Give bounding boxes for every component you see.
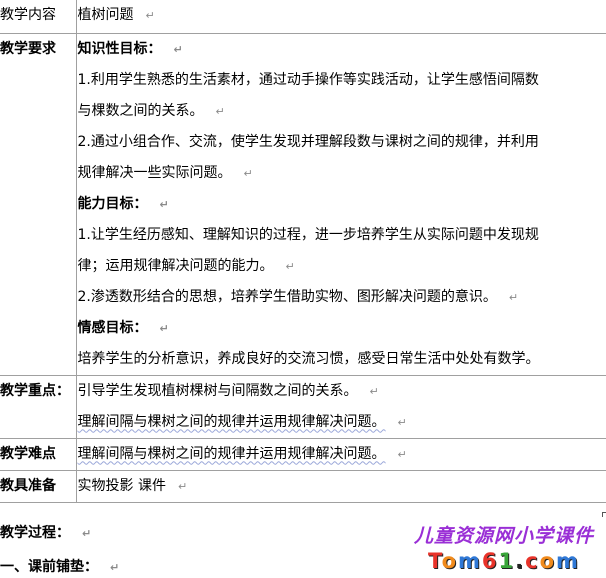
knowledge-item-1-line-2: 与棵数之间的关系。 ↵ bbox=[77, 102, 225, 119]
table-row-requirements: 教学要求 知识性目标： ↵ 1.利用学生熟悉的生活素材，通过动手操作等实践活动，让… bbox=[0, 32, 606, 376]
table-end-mark bbox=[602, 512, 606, 517]
table-row-difficulty: 教学难点 理解间隔与棵树之间的规律并运用规律解决问题。 ↵ bbox=[0, 437, 606, 471]
ability-item-2-line-1: 2.渗透数形结合的思想，培养学生借助实物、图形解决问题的意识。 ↵ bbox=[77, 288, 519, 305]
watermark-domain: Tom61.com bbox=[406, 548, 602, 574]
table-row-key-points: 教学重点： 引导学生发现植树棵树与间隔数之间的关系。 ↵ 理解间隔与棵树之间的规律… bbox=[0, 374, 606, 439]
watermark-letter: m bbox=[556, 549, 580, 573]
watermark-letter: . bbox=[515, 549, 526, 573]
requirements-label-cell: 教学要求 bbox=[0, 32, 77, 376]
knowledge-item-2-line-2: 规律解决一些实际问题。 ↵ bbox=[77, 164, 253, 181]
prep-content-cell: 实物投影 课件 ↵ bbox=[75, 469, 606, 503]
table-row-content: 教学内容 植树问题 ↵ bbox=[0, 0, 606, 34]
emotion-item-line-1: 培养学生的分析意识，养成良好的交流习惯，感受日常生活中处处有数学。 bbox=[77, 350, 540, 367]
knowledge-item-1-line-1: 1.利用学生熟悉的生活素材，通过动手操作等实践活动，让学生感悟间隔数 bbox=[77, 71, 539, 88]
paragraph-mark-icon: ↵ bbox=[159, 197, 169, 211]
paragraph-mark-icon: ↵ bbox=[173, 42, 183, 56]
paragraph-mark-icon: ↵ bbox=[82, 527, 92, 540]
knowledge-item-2-line-1: 2.通过小组合作、交流，使学生发现并理解段数与课树之间的规律，并利用 bbox=[77, 133, 539, 150]
watermark-letter: c bbox=[525, 549, 540, 573]
paragraph-mark-icon: ↵ bbox=[243, 166, 253, 180]
paragraph-mark-icon: ↵ bbox=[215, 104, 225, 118]
content-value-cell: 植树问题 ↵ bbox=[75, 0, 606, 34]
site-watermark-logo: 儿童资源网小学课件 Tom61.com bbox=[406, 524, 602, 578]
key-point-line-1: 引导学生发现植树棵树与间隔数之间的关系。 ↵ bbox=[77, 382, 379, 399]
paragraph-mark-icon: ↵ bbox=[369, 384, 379, 398]
ability-item-1-line-2: 律；运用规律解决问题的能力。 ↵ bbox=[77, 257, 295, 274]
paragraph-mark-icon: ↵ bbox=[159, 321, 169, 335]
paragraph-mark-icon: ↵ bbox=[177, 479, 188, 493]
ability-item-1-line-1: 1.让学生经历感知、理解知识的过程，进一步培养学生从实际问题中发现规 bbox=[77, 226, 539, 243]
lesson-plan-table: 教学内容 植树问题 ↵ 教学要求 知识性目标： ↵ 1.利用学生熟悉的生活素材，通过… bbox=[0, 0, 606, 503]
watermark-title: 儿童资源网小学课件 bbox=[413, 525, 594, 547]
watermark-letter: o bbox=[539, 549, 557, 573]
watermark-letter: T bbox=[428, 549, 442, 573]
table-row-preparation: 教具准备 实物投影 课件 ↵ bbox=[0, 469, 606, 503]
paragraph-mark-icon: ↵ bbox=[397, 415, 407, 429]
paragraph-mark-icon: ↵ bbox=[110, 561, 120, 574]
watermark-letter: o bbox=[441, 549, 459, 573]
section-1-heading: 一、课前铺垫： ↵ bbox=[0, 559, 120, 575]
paragraph-mark-icon: ↵ bbox=[285, 259, 295, 273]
content-label-cell: 教学内容 bbox=[0, 0, 77, 34]
emotion-heading: 情感目标： ↵ bbox=[77, 319, 169, 336]
watermark-letter: 1 bbox=[498, 549, 516, 573]
difficulty-line-1: 理解间隔与棵树之间的规律并运用规律解决问题。 ↵ bbox=[77, 445, 407, 462]
key-point-line-2: 理解间隔与棵树之间的规律并运用规律解决问题。 ↵ bbox=[77, 413, 407, 430]
difficulty-label-cell: 教学难点 bbox=[0, 437, 77, 471]
prep-value: 实物投影 课件 ↵ bbox=[77, 477, 188, 494]
prep-label-cell: 教具准备 bbox=[0, 469, 77, 503]
process-heading: 教学过程： ↵ bbox=[0, 525, 92, 541]
paragraph-mark-icon: ↵ bbox=[397, 447, 407, 461]
key-content-cell: 引导学生发现植树棵树与间隔数之间的关系。 ↵ 理解间隔与棵树之间的规律并运用规律解… bbox=[75, 374, 606, 439]
requirements-content-cell: 知识性目标： ↵ 1.利用学生熟悉的生活素材，通过动手操作等实践活动，让学生感悟间… bbox=[75, 32, 606, 376]
difficulty-content-cell: 理解间隔与棵树之间的规律并运用规律解决问题。 ↵ bbox=[75, 437, 606, 471]
watermark-letter: m bbox=[458, 549, 482, 573]
paragraph-mark-icon: ↵ bbox=[145, 9, 155, 22]
key-points-label: 教学重点： bbox=[0, 382, 70, 399]
content-value: 植树问题 bbox=[77, 7, 134, 23]
requirements-label: 教学要求 bbox=[0, 40, 56, 57]
watermark-letter: 6 bbox=[481, 549, 499, 573]
knowledge-heading: 知识性目标： ↵ bbox=[77, 40, 183, 57]
key-label-cell: 教学重点： bbox=[0, 374, 77, 439]
difficulty-label: 教学难点 bbox=[0, 445, 56, 462]
ability-heading: 能力目标： ↵ bbox=[77, 195, 169, 212]
content-label: 教学内容 bbox=[0, 7, 56, 23]
prep-label: 教具准备 bbox=[0, 477, 56, 494]
paragraph-mark-icon: ↵ bbox=[508, 290, 519, 304]
